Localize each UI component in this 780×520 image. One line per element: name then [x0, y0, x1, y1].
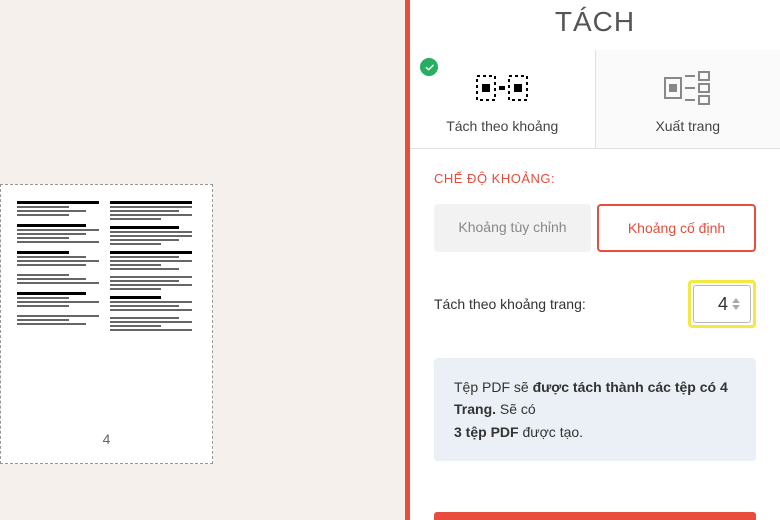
- input-highlight: [688, 280, 756, 328]
- tab-extract-pages[interactable]: Xuất trang: [596, 50, 780, 148]
- page-thumbnail-image: [9, 193, 204, 423]
- range-toggle-group: Khoảng tùy chỉnh Khoảng cố định: [434, 204, 756, 252]
- options-sidebar: TÁCH Tách theo khoảng: [410, 0, 780, 520]
- check-icon: [420, 58, 438, 76]
- info-message: Tệp PDF sẽ được tách thành các tệp có 4 …: [434, 358, 756, 461]
- page-range-stepper[interactable]: [693, 285, 751, 323]
- info-text-3: được tạo.: [519, 424, 583, 440]
- page-title: TÁCH: [410, 0, 780, 50]
- action-button-partial[interactable]: [434, 512, 756, 520]
- preview-pane: 4: [0, 0, 405, 520]
- split-range-icon: [420, 68, 585, 108]
- stepper-down-icon[interactable]: [732, 305, 740, 310]
- info-text-1: Tệp PDF sẽ: [454, 379, 533, 395]
- tab-split-range-label: Tách theo khoảng: [420, 118, 585, 134]
- page-range-input[interactable]: [700, 294, 728, 315]
- info-bold-2: 3 tệp PDF: [454, 424, 519, 440]
- info-text-2: Sẽ có: [496, 401, 536, 417]
- custom-range-button[interactable]: Khoảng tùy chỉnh: [434, 204, 591, 252]
- fixed-range-button[interactable]: Khoảng cố định: [597, 204, 756, 252]
- range-mode-section-label: CHẾ ĐỘ KHOẢNG:: [434, 171, 756, 186]
- stepper-up-icon[interactable]: [732, 298, 740, 303]
- extract-pages-icon: [606, 68, 771, 108]
- page-range-input-label: Tách theo khoảng trang:: [434, 296, 586, 312]
- tab-extract-pages-label: Xuất trang: [606, 118, 771, 134]
- page-thumbnail[interactable]: 4: [0, 184, 213, 464]
- page-number-label: 4: [103, 431, 111, 455]
- mode-tabs: Tách theo khoảng Xuất trang: [410, 50, 780, 149]
